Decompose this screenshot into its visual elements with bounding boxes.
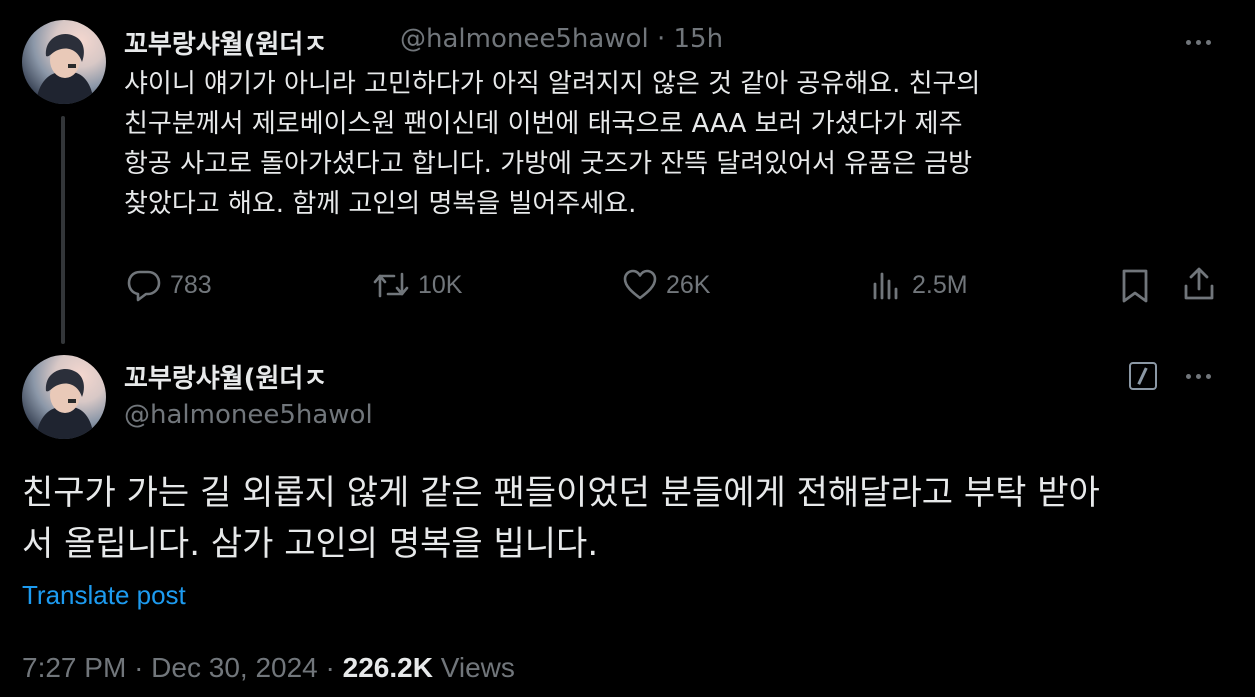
tweet-text-line: 찾았다고 해요. 함께 고인의 명복을 빌어주세요. (124, 189, 637, 219)
post-meta: 7:27 PM · Dec 30, 2024 · 226.2K Views (22, 652, 515, 684)
tweet-meta-line: @halmonee5hawol · 15h (400, 24, 723, 54)
repost-count: 10K (418, 270, 463, 299)
meta-separator: · (134, 652, 144, 683)
tweet-text-line: 친구분께서 제로베이스원 팬이신데 이번에 태국으로 AAA 보러 가셨다가 제… (124, 109, 963, 139)
analytics-icon (873, 272, 898, 300)
translate-link[interactable]: Translate post (22, 580, 186, 611)
share-button[interactable] (1182, 266, 1216, 306)
heart-icon (623, 269, 657, 300)
tweet-text-line: 항공 사고로 돌아가셨다고 합니다. 가방에 굿즈가 잔뜩 달려있어서 유품은 … (124, 149, 973, 179)
reply-text-line: 친구가 가는 길 외롭지 않게 같은 팬들이었던 분들에게 전해달라고 부탁 받… (22, 473, 1100, 513)
meta-separator: · (325, 652, 335, 683)
tweet-text-line: 샤이니 얘기가 아니라 고민하다가 아직 알려지지 않은 것 같아 공유해요. … (124, 69, 981, 99)
reply-text-line: 서 올립니다. 삼가 고인의 명복을 빕니다. (22, 524, 599, 564)
post-time[interactable]: 7:27 PM (22, 652, 126, 683)
views-label: Views (440, 652, 515, 683)
avatar[interactable] (22, 355, 106, 439)
post-date[interactable]: Dec 30, 2024 (151, 652, 318, 683)
handle[interactable]: @halmonee5hawol (124, 400, 373, 430)
views-button[interactable]: 2.5M (870, 268, 968, 302)
separator: · (656, 24, 666, 54)
view-count: 2.5M (912, 270, 968, 299)
display-name[interactable]: 꼬부랑샤월(원더ㅈ (124, 358, 327, 395)
more-icon[interactable] (1186, 40, 1211, 45)
thread-line (61, 116, 65, 344)
reply-button[interactable]: 783 (126, 268, 212, 302)
repost-button[interactable]: 10K (372, 268, 462, 302)
avatar[interactable] (22, 20, 106, 104)
like-button[interactable]: 26K (622, 268, 710, 302)
share-icon (1184, 267, 1214, 300)
reply-icon (127, 270, 161, 302)
bookmark-button[interactable] (1120, 268, 1150, 308)
display-name[interactable]: 꼬부랑샤월(원더ㅈ (124, 24, 327, 61)
reply-count: 783 (170, 270, 212, 299)
like-count: 26K (666, 270, 711, 299)
tweet-text: 샤이니 얘기가 아니라 고민하다가 아직 알려지지 않은 것 같아 공유해요. … (124, 64, 980, 224)
more-icon[interactable] (1186, 374, 1211, 379)
edit-icon[interactable] (1129, 362, 1157, 390)
reply-tweet-text: 친구가 가는 길 외롭지 않게 같은 팬들이었던 분들에게 전해달라고 부탁 받… (22, 468, 1100, 570)
views-count: 226.2K (342, 652, 433, 683)
handle[interactable]: @halmonee5hawol (400, 24, 649, 54)
timestamp[interactable]: 15h (674, 24, 724, 54)
repost-icon (373, 272, 409, 298)
bookmark-icon (1122, 269, 1148, 303)
